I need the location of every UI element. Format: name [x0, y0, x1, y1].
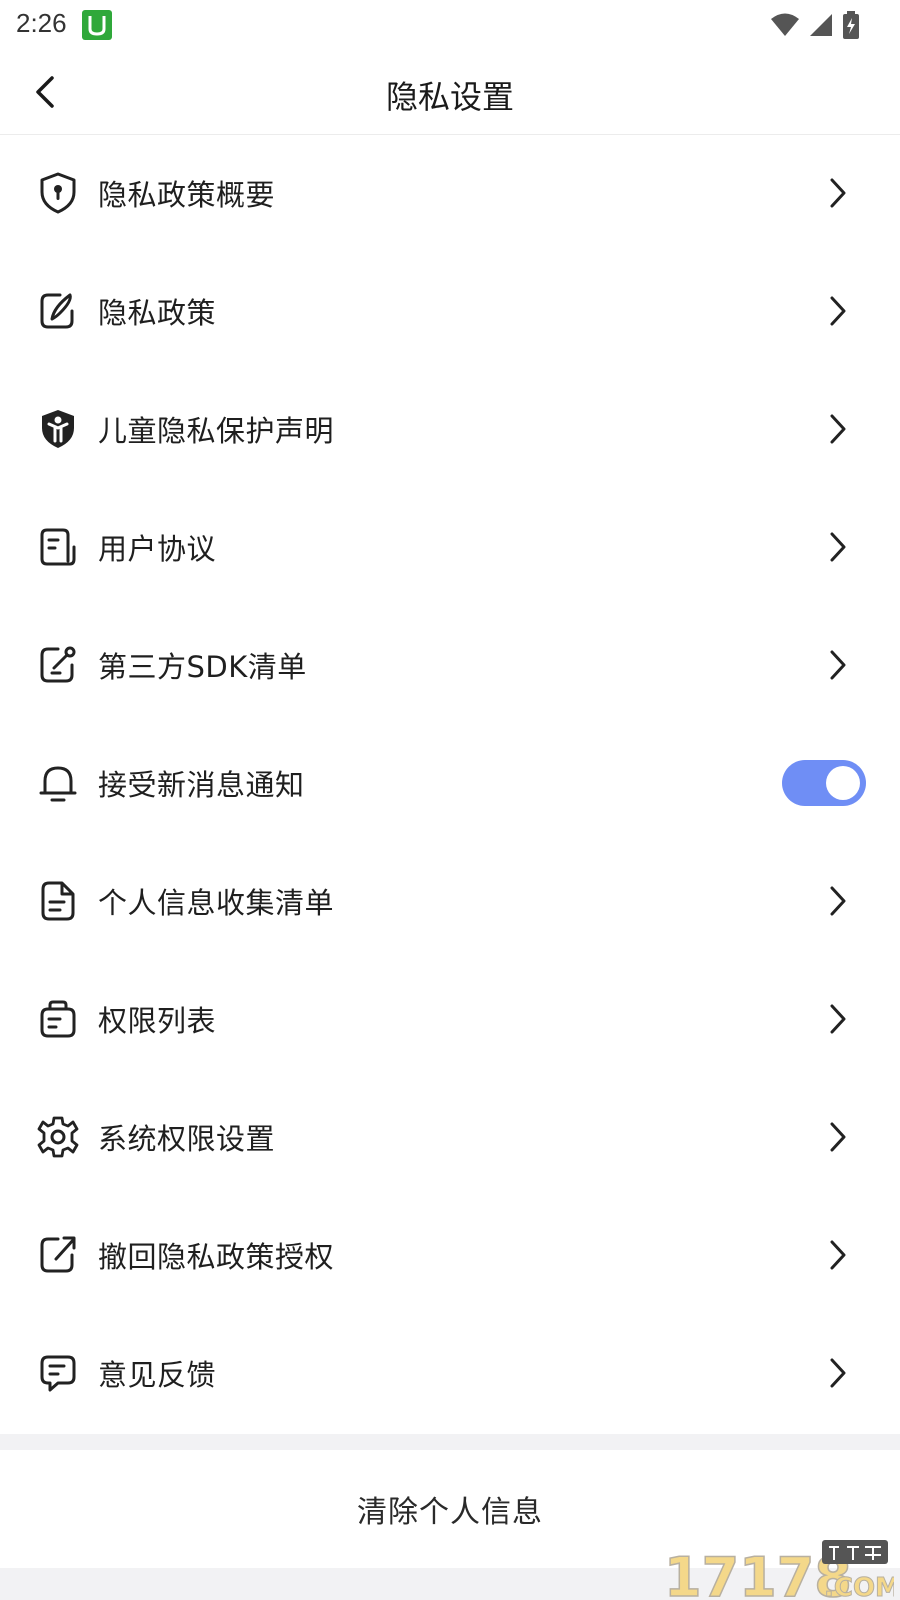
menu-item-system-permission[interactable]: 系统权限设置 [0, 1078, 900, 1196]
section-divider [0, 1434, 900, 1450]
page-title: 隐私设置 [385, 78, 514, 116]
menu-item-third-party-sdk[interactable]: 第三方SDK清单 [0, 606, 900, 724]
watermark-logo: 17178 .COM [664, 1540, 894, 1600]
menu-item-label: 第三方SDK清单 [98, 650, 307, 684]
edit-note-icon [36, 289, 80, 333]
menu-item-label: 系统权限设置 [98, 1122, 276, 1156]
menu-item-label: 意见反馈 [98, 1358, 217, 1392]
status-bar: 2:26 [0, 0, 900, 50]
chevron-right-icon [820, 1001, 856, 1037]
status-icons [770, 10, 860, 40]
chevron-right-icon [820, 411, 856, 447]
child-shield-icon [36, 407, 80, 451]
menu-item-new-message-notify: 接受新消息通知 [0, 724, 900, 842]
settings-list: 隐私政策概要 隐私政策 儿童隐私保护声明 用户协议 第三方SDK清单 接受新消息… [0, 134, 900, 1432]
briefcase-list-icon [36, 997, 80, 1041]
external-edit-icon [36, 643, 80, 687]
file-text-icon [36, 879, 80, 923]
shield-lock-icon [36, 171, 80, 215]
message-icon [36, 1351, 80, 1395]
chevron-right-icon [820, 175, 856, 211]
menu-item-label: 隐私政策概要 [98, 178, 276, 212]
chevron-right-icon [820, 1119, 856, 1155]
status-time: 2:26 [16, 8, 67, 38]
menu-item-label: 用户协议 [98, 532, 217, 566]
menu-item-user-agreement[interactable]: 用户协议 [0, 488, 900, 606]
cell-signal-icon [810, 14, 832, 36]
chevron-right-icon [820, 293, 856, 329]
menu-item-label: 儿童隐私保护声明 [98, 414, 335, 448]
chevron-right-icon [820, 883, 856, 919]
menu-item-permission-list[interactable]: 权限列表 [0, 960, 900, 1078]
menu-item-personal-info-list[interactable]: 个人信息收集清单 [0, 842, 900, 960]
menu-item-revoke-authorization[interactable]: 撤回隐私政策授权 [0, 1196, 900, 1314]
navigation-bar: 隐私设置 [0, 50, 900, 135]
toggle-knob [826, 766, 860, 800]
menu-item-label: 权限列表 [98, 1004, 217, 1038]
share-out-icon [36, 1233, 80, 1277]
menu-item-label: 隐私政策 [98, 296, 217, 330]
chevron-right-icon [820, 1237, 856, 1273]
document-icon [36, 525, 80, 569]
menu-item-child-privacy[interactable]: 儿童隐私保护声明 [0, 370, 900, 488]
battery-charging-icon [843, 11, 859, 39]
chevron-right-icon [820, 1355, 856, 1391]
wifi-icon [771, 13, 799, 36]
menu-item-label: 接受新消息通知 [98, 768, 305, 802]
menu-item-privacy-summary[interactable]: 隐私政策概要 [0, 134, 900, 252]
notification-toggle[interactable] [782, 760, 866, 806]
menu-item-label: 撤回隐私政策授权 [98, 1240, 335, 1274]
chevron-right-icon [820, 647, 856, 683]
chevron-right-icon [820, 529, 856, 565]
app-notification-badge-icon [82, 10, 112, 40]
gear-icon [36, 1115, 80, 1159]
menu-item-feedback[interactable]: 意见反馈 [0, 1314, 900, 1432]
menu-item-label: 个人信息收集清单 [98, 886, 335, 920]
svg-text:.COM: .COM [824, 1573, 894, 1600]
menu-item-privacy-policy[interactable]: 隐私政策 [0, 252, 900, 370]
bell-icon [36, 761, 80, 805]
